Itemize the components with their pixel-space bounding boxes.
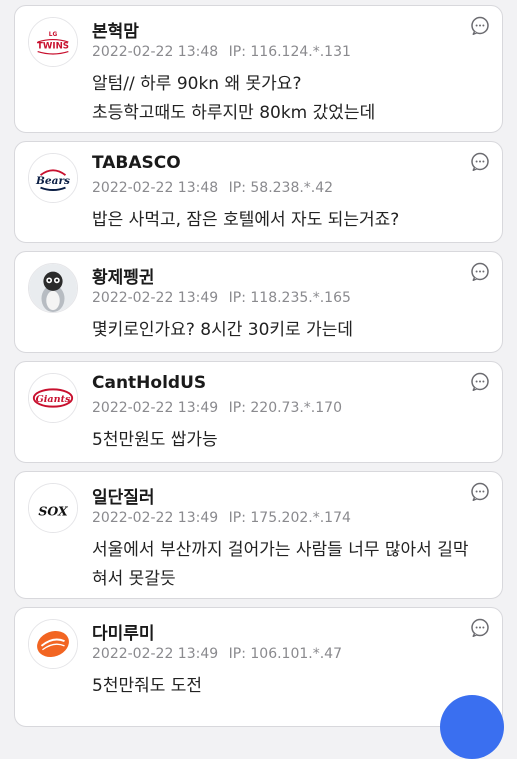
comment-card: Giants CantHoldUS 2022-02-22 13:49 IP: 2…	[14, 361, 503, 463]
comment-date: 2022-02-22 13:49	[92, 510, 219, 526]
comment-author[interactable]: 일단질러	[92, 483, 155, 508]
comment-meta: 2022-02-22 13:48 IP: 58.238.*.42	[92, 180, 333, 196]
comment-card: LG TWINS 본혁맘 2022-02-22 13:48 IP: 116.12…	[14, 5, 503, 133]
comment-meta: 2022-02-22 13:48 IP: 116.124.*.131	[92, 44, 351, 60]
comment-bubble-icon[interactable]	[470, 618, 490, 638]
ip-label: IP:	[228, 510, 246, 526]
ip-label: IP:	[228, 44, 246, 60]
comment-text: 5천만줘도 도전	[92, 672, 484, 701]
comment-bubble-icon[interactable]	[470, 152, 490, 172]
twins-logo-icon[interactable]: LG TWINS	[28, 17, 78, 67]
comment-ip: 58.238.*.42	[250, 180, 334, 196]
comment-ip: 175.202.*.174	[250, 510, 351, 526]
comment-line: 초등학고때도 하루지만 80km 갔었는데	[92, 103, 376, 123]
comment-card: Bears TABASCO 2022-02-22 13:48 IP: 58.23…	[14, 141, 503, 243]
comment-line: 알텀// 하루 90kn 왜 못가요?	[92, 74, 302, 94]
svg-text:Giants: Giants	[36, 394, 71, 405]
svg-text:TWINS: TWINS	[37, 42, 69, 52]
comment-text: 밥은 사먹고, 잠은 호텔에서 자도 되는거죠?	[92, 206, 484, 235]
comment-line: 5천만원도 쌉가능	[92, 430, 218, 450]
comment-text: 몇키로인가요? 8시간 30키로 가는데	[92, 316, 484, 345]
svg-text:Bears: Bears	[35, 175, 70, 187]
giants-logo-icon[interactable]: Giants	[28, 373, 78, 423]
ip-label: IP:	[228, 180, 246, 196]
comment-card: 다미루미 2022-02-22 13:49 IP: 106.101.*.47 5…	[14, 607, 503, 727]
comment-ip: 220.73.*.170	[250, 400, 342, 416]
comment-line: 5천만줘도 도전	[92, 676, 203, 696]
floating-action-button[interactable]	[440, 695, 504, 759]
comment-author[interactable]: 다미루미	[92, 619, 155, 644]
ip-label: IP:	[228, 290, 246, 306]
comment-bubble-icon[interactable]	[470, 482, 490, 502]
comment-line: 혀서 못갈듯	[92, 569, 176, 589]
comment-meta: 2022-02-22 13:49 IP: 106.101.*.47	[92, 646, 342, 662]
comment-meta: 2022-02-22 13:49 IP: 175.202.*.174	[92, 510, 351, 526]
comment-date: 2022-02-22 13:49	[92, 400, 219, 416]
comment-date: 2022-02-22 13:48	[92, 44, 219, 60]
comment-author[interactable]: 본혁맘	[92, 17, 139, 42]
comment-date: 2022-02-22 13:49	[92, 290, 219, 306]
comment-ip: 118.235.*.165	[250, 290, 351, 306]
comment-bubble-icon[interactable]	[470, 262, 490, 282]
comment-date: 2022-02-22 13:48	[92, 180, 219, 196]
comment-ip: 116.124.*.131	[250, 44, 351, 60]
comment-bubble-icon[interactable]	[470, 372, 490, 392]
comment-line: 몇키로인가요? 8시간 30키로 가는데	[92, 320, 354, 340]
ip-label: IP:	[228, 646, 246, 662]
comment-text: 서울에서 부산까지 걸어가는 사람들 너무 많아서 길막 혀서 못갈듯	[92, 536, 484, 594]
orange-ball-logo-icon[interactable]	[28, 619, 78, 669]
comment-text: 알텀// 하루 90kn 왜 못가요? 초등학고때도 하루지만 80km 갔었는…	[92, 70, 484, 128]
comment-card: SOX 일단질러 2022-02-22 13:49 IP: 175.202.*.…	[14, 471, 503, 599]
comment-ip: 106.101.*.47	[250, 646, 342, 662]
comment-author[interactable]: TABASCO	[92, 153, 181, 173]
bears-logo-icon[interactable]: Bears	[28, 153, 78, 203]
comment-card: 황제펭귄 2022-02-22 13:49 IP: 118.235.*.165 …	[14, 251, 503, 353]
comment-meta: 2022-02-22 13:49 IP: 118.235.*.165	[92, 290, 351, 306]
comment-bubble-icon[interactable]	[470, 16, 490, 36]
svg-text:SOX: SOX	[38, 504, 69, 519]
comment-meta: 2022-02-22 13:49 IP: 220.73.*.170	[92, 400, 342, 416]
ip-label: IP:	[228, 400, 246, 416]
comment-text: 5천만원도 쌉가능	[92, 426, 484, 455]
comment-author[interactable]: 황제펭귄	[92, 263, 155, 288]
penguin-icon[interactable]	[28, 263, 78, 313]
svg-text:LG: LG	[49, 32, 58, 38]
comment-line: 밥은 사먹고, 잠은 호텔에서 자도 되는거죠?	[92, 210, 400, 230]
comment-date: 2022-02-22 13:49	[92, 646, 219, 662]
comment-author[interactable]: CantHoldUS	[92, 373, 206, 393]
white-sox-logo-icon[interactable]: SOX	[28, 483, 78, 533]
comment-line: 서울에서 부산까지 걸어가는 사람들 너무 많아서 길막	[92, 540, 469, 560]
